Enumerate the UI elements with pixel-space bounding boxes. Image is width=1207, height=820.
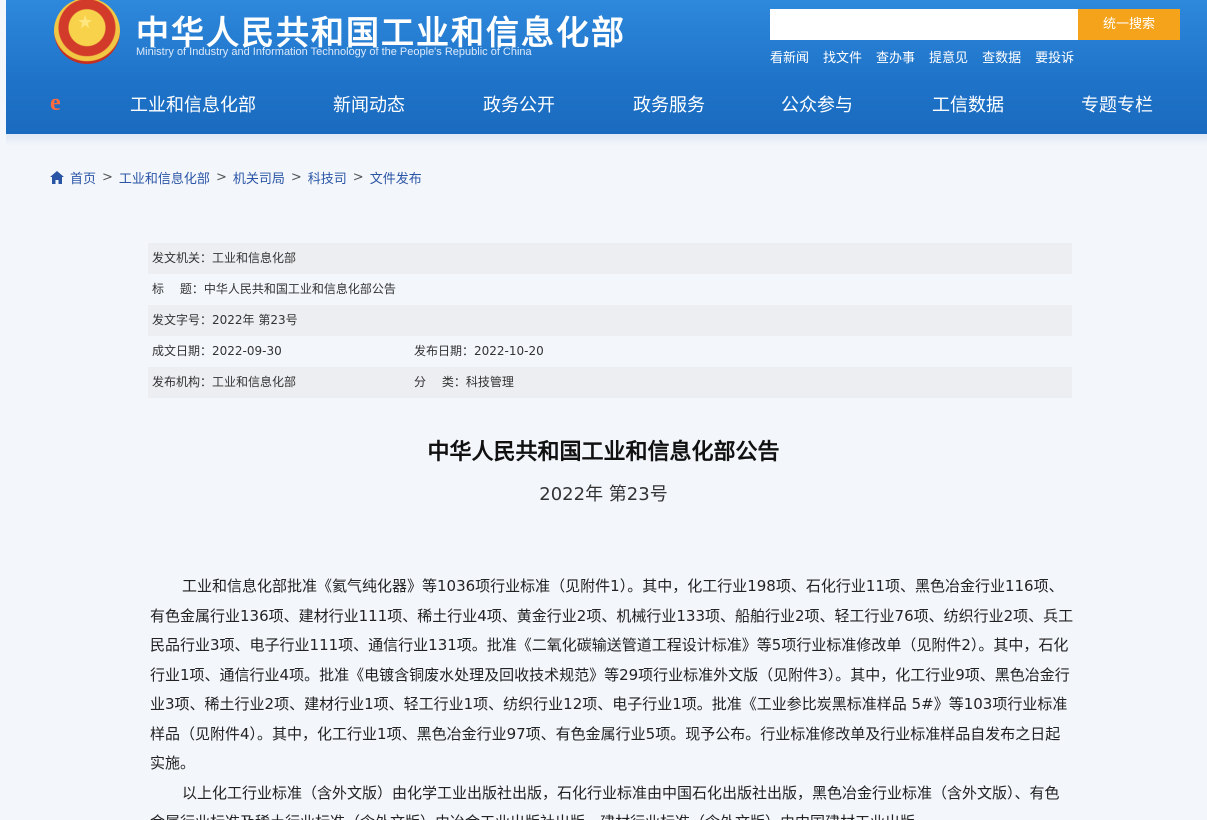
breadcrumb-separator: >: [352, 170, 364, 185]
info-row: 发布机构：工业和信息化部 分 类：科技管理: [148, 367, 1072, 398]
body-paragraph: 工业和信息化部批准《氦气纯化器》等1036项行业标准（见附件1）。其中，化工行业…: [150, 577, 1074, 772]
nav-item-gov-service[interactable]: 政务服务: [633, 91, 705, 117]
quick-link-news[interactable]: 看新闻: [770, 47, 809, 66]
nav-item-miit[interactable]: 工业和信息化部: [130, 91, 256, 117]
nav-item-public[interactable]: 公众参与: [781, 91, 853, 117]
breadcrumb-departments[interactable]: 机关司局: [233, 168, 285, 187]
header-shadow: [6, 134, 1207, 146]
breadcrumb-sci-tech[interactable]: 科技司: [308, 168, 347, 187]
site-subtitle: Ministry of Industry and Information Tec…: [136, 46, 532, 58]
info-issuer: 发文机关：工业和信息化部: [152, 251, 297, 265]
breadcrumb-separator: >: [102, 170, 113, 185]
quick-link-services[interactable]: 查办事: [876, 47, 915, 66]
info-title: 标 题：中华人民共和国工业和信息化部公告: [152, 282, 396, 296]
quick-link-files[interactable]: 找文件: [823, 47, 862, 66]
nav-item-data[interactable]: 工信数据: [932, 91, 1004, 117]
search-box: 统一搜索: [770, 9, 1180, 40]
info-publish-date: 发布日期：2022-10-20: [414, 344, 544, 358]
page: ★ 中华人民共和国工业和信息化部 Ministry of Industry an…: [0, 0, 1207, 820]
quick-link-complaint[interactable]: 要投诉: [1035, 47, 1074, 66]
e-logo-icon[interactable]: e: [50, 90, 61, 117]
home-icon: [50, 171, 64, 184]
info-written-date: 成文日期：2022-09-30: [152, 344, 282, 358]
body-paragraph: 以上化工行业标准（含外文版）由化学工业出版社出版，石化行业标准由中国石化出版社出…: [150, 783, 1060, 820]
info-publisher: 发布机构：工业和信息化部: [152, 375, 297, 389]
breadcrumb: 首页 > 工业和信息化部 > 机关司局 > 科技司 > 文件发布: [50, 168, 422, 187]
document-info-table: 发文机关：工业和信息化部 标 题：中华人民共和国工业和信息化部公告 发文字号：2…: [148, 243, 1072, 398]
breadcrumb-separator: >: [215, 170, 227, 185]
info-row: 成文日期：2022-09-30 发布日期：2022-10-20: [148, 336, 1072, 367]
nav-item-topics[interactable]: 专题专栏: [1081, 91, 1153, 117]
document-body: 工业和信息化部批准《氦气纯化器》等1036项行业标准（见附件1）。其中，化工行业…: [150, 572, 1074, 820]
breadcrumb-file-release[interactable]: 文件发布: [370, 168, 422, 187]
main-nav: e 工业和信息化部 新闻动态 政务公开 政务服务 公众参与 工信数据 专题专栏: [6, 76, 1207, 132]
info-doc-number: 发文字号：2022年 第23号: [152, 313, 298, 327]
nav-item-gov-open[interactable]: 政务公开: [483, 91, 555, 117]
search-input[interactable]: [770, 9, 1070, 40]
info-category: 分 类：科技管理: [414, 375, 514, 389]
quick-links: 看新闻 找文件 查办事 提意见 查数据 要投诉: [770, 47, 1074, 66]
breadcrumb-miit[interactable]: 工业和信息化部: [119, 168, 210, 187]
quick-link-feedback[interactable]: 提意见: [929, 47, 968, 66]
info-row: 发文机关：工业和信息化部: [148, 243, 1072, 274]
document-title: 中华人民共和国工业和信息化部公告: [427, 440, 780, 465]
info-row: 标 题：中华人民共和国工业和信息化部公告: [148, 274, 1072, 305]
national-emblem-logo[interactable]: ★: [54, 0, 120, 64]
search-button[interactable]: 统一搜索: [1078, 9, 1180, 40]
document-number: 2022年 第23号: [539, 484, 668, 505]
quick-link-data[interactable]: 查数据: [982, 47, 1021, 66]
breadcrumb-home[interactable]: 首页: [70, 168, 96, 187]
breadcrumb-separator: >: [290, 170, 302, 185]
nav-item-news[interactable]: 新闻动态: [333, 91, 405, 117]
info-row: 发文字号：2022年 第23号: [148, 305, 1072, 336]
